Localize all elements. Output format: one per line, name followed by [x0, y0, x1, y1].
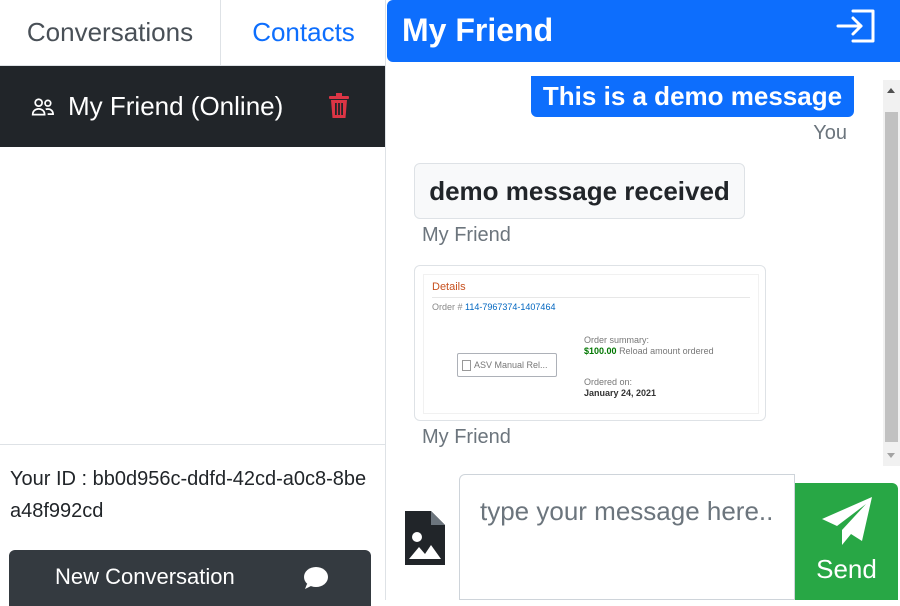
- paper-plane-icon: [822, 497, 872, 545]
- trash-icon[interactable]: [328, 93, 350, 119]
- order-number: 114-7967374-1407464: [465, 302, 556, 312]
- image-divider: [432, 297, 750, 298]
- new-conversation-button[interactable]: New Conversation: [9, 550, 371, 606]
- sidebar: Conversations Contacts My Friend (Online…: [0, 0, 386, 606]
- image-file-icon[interactable]: [405, 511, 445, 565]
- scroll-down-arrow-icon[interactable]: [887, 453, 895, 458]
- message-received: demo message received: [414, 163, 745, 219]
- message-input-box[interactable]: [459, 474, 795, 600]
- message-sender-label: My Friend: [422, 224, 511, 246]
- message-sent: This is a demo message: [531, 76, 854, 117]
- chat-bubble-icon: [304, 567, 328, 589]
- conversation-item-my-friend[interactable]: My Friend (Online): [0, 66, 385, 147]
- tab-conversations[interactable]: Conversations: [0, 0, 221, 66]
- image-summary: Order summary: $100.00 Reload amount ord…: [584, 335, 714, 357]
- doc-icon: [462, 359, 471, 371]
- tab-contacts[interactable]: Contacts: [221, 0, 386, 66]
- your-id-text: Your ID : bb0d956c-ddfd-42cd-a0c8-8bea48…: [10, 468, 367, 522]
- message-list: This is a demo message You demo message …: [387, 76, 882, 466]
- summary-amount-note: Reload amount ordered: [619, 346, 714, 356]
- new-conversation-label: New Conversation: [55, 564, 235, 589]
- chat-title: My Friend: [402, 12, 554, 48]
- order-label: Order #: [432, 302, 463, 312]
- summary-amount-line: $100.00 Reload amount ordered: [584, 346, 714, 357]
- image-heading: Details: [432, 281, 466, 293]
- message-input[interactable]: [460, 475, 794, 599]
- image-button-text: ASV Manual Rel...: [474, 360, 548, 370]
- message-sender-label: You: [813, 122, 847, 144]
- sidebar-tabs: Conversations Contacts: [0, 0, 386, 66]
- attachment-image: Details Order # 114-7967374-1407464 ASV …: [423, 274, 759, 414]
- summary-label: Order summary:: [584, 335, 650, 345]
- logout-icon[interactable]: [835, 8, 877, 44]
- message-scrollbar[interactable]: [883, 80, 900, 466]
- image-attachment[interactable]: Details Order # 114-7967374-1407464 ASV …: [414, 265, 766, 421]
- image-button: ASV Manual Rel...: [457, 353, 557, 377]
- scroll-up-arrow-icon[interactable]: [887, 88, 895, 93]
- send-button[interactable]: Send: [795, 483, 898, 600]
- image-order-line: Order # 114-7967374-1407464: [432, 302, 555, 312]
- image-ordered-on: Ordered on: January 24, 2021: [584, 377, 656, 399]
- send-label: Send: [816, 554, 877, 584]
- message-sender-label: My Friend: [422, 426, 511, 448]
- summary-amount: $100.00: [584, 346, 617, 356]
- conversation-name: My Friend (Online): [68, 91, 284, 121]
- people-icon: [31, 97, 54, 115]
- scrollbar-thumb[interactable]: [885, 112, 898, 442]
- identity-section: Your ID : bb0d956c-ddfd-42cd-a0c8-8bea48…: [0, 444, 385, 606]
- ordered-on-label: Ordered on:: [584, 377, 633, 387]
- ordered-on-date: January 24, 2021: [584, 388, 657, 398]
- chat-header: My Friend: [387, 0, 900, 62]
